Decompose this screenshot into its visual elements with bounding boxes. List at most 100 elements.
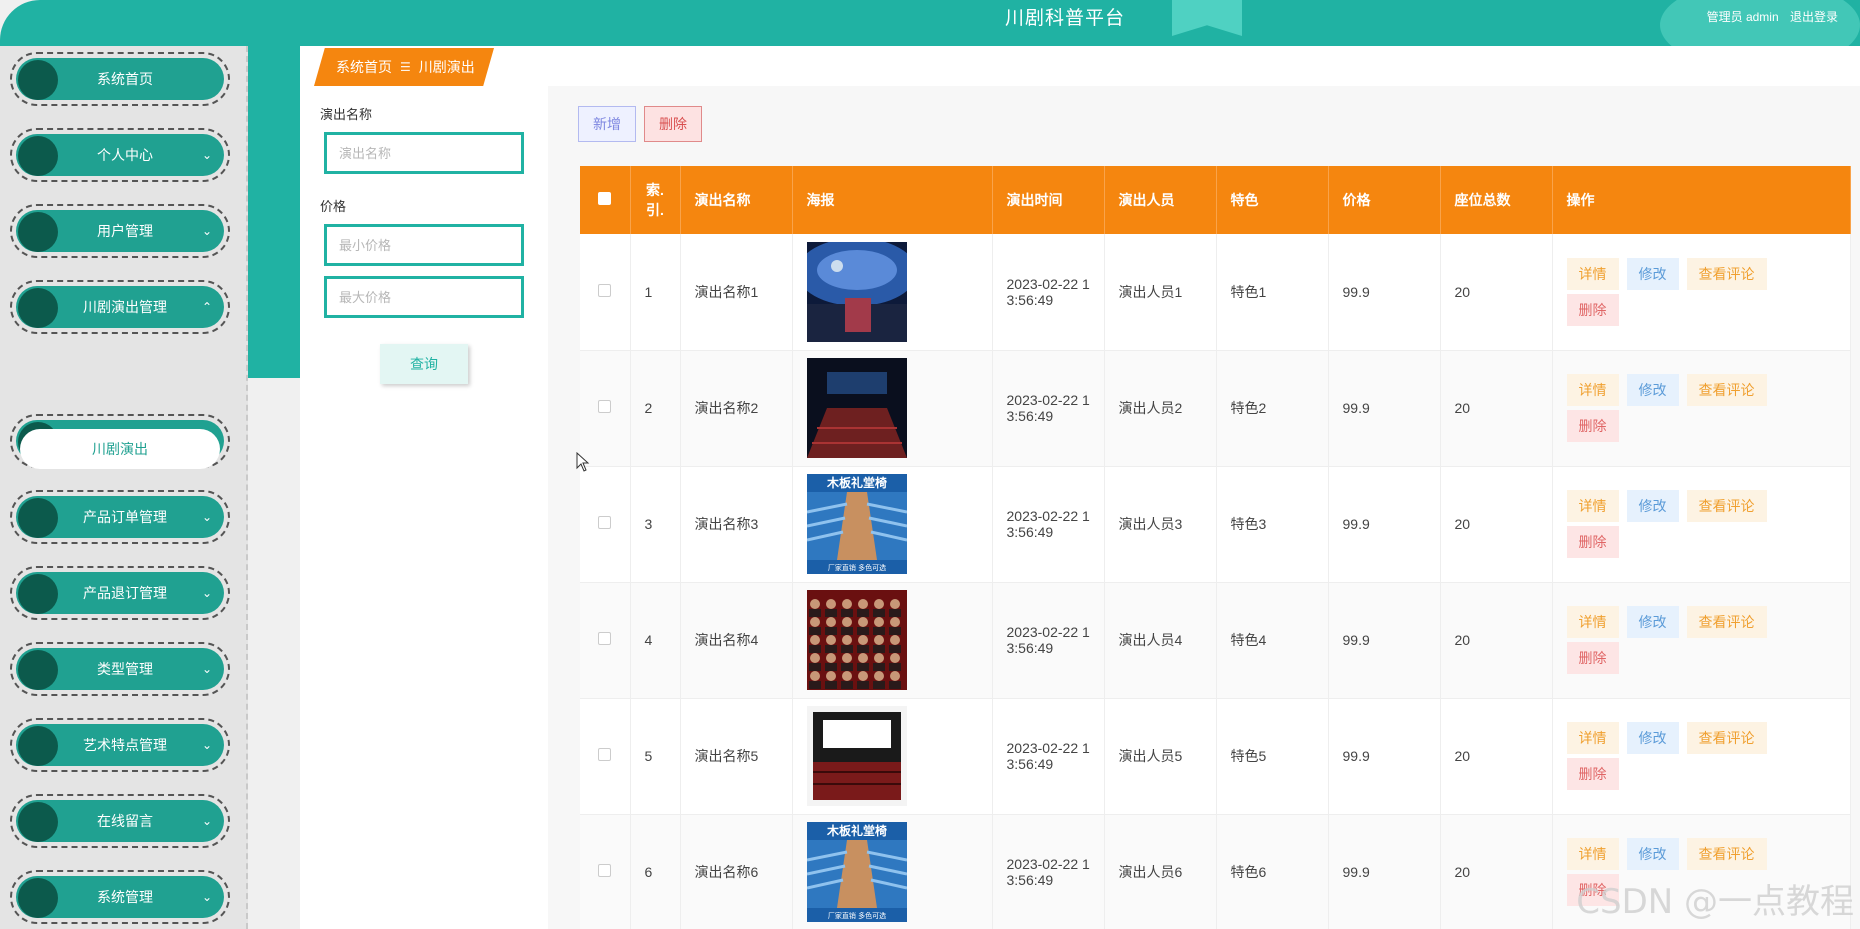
row-delete-button[interactable]: 删除 [1566,758,1619,790]
sidebar-item-10[interactable]: 系统管理 ⌄ [10,870,230,924]
cell-price: 99.9 [1328,698,1441,815]
cell-poster [792,234,993,351]
cell-feature: 特色3 [1216,466,1329,583]
sidebar-item-6[interactable]: 产品退订管理 ⌄ [10,566,230,620]
add-button[interactable]: 新增 [578,106,636,142]
row-select-cell[interactable] [580,466,631,583]
view-comments-button[interactable]: 查看评论 [1686,606,1767,638]
cell-seats: 20 [1440,814,1553,929]
row-delete-button[interactable]: 删除 [1566,293,1619,326]
cell-poster [792,582,993,699]
sidebar-subitem-sichuan-opera-show[interactable]: 川剧演出 [20,429,220,469]
view-comments-button[interactable]: 查看评论 [1686,838,1767,870]
chevron-icon [200,72,214,86]
select-all-checkbox[interactable] [598,192,612,205]
cell-feature: 特色6 [1216,814,1329,929]
view-comments-button[interactable]: 查看评论 [1686,490,1767,522]
sidebar-item-2[interactable]: 用户管理 ⌄ [10,204,230,258]
edit-button[interactable]: 修改 [1626,257,1679,290]
detail-button[interactable]: 详情 [1566,374,1619,406]
cell-price: 99.9 [1328,234,1441,351]
price-label: 价格 [320,199,347,214]
min-price-input[interactable] [324,224,524,266]
user-area: 管理员 admin 退出登录 [1699,8,1838,25]
row-checkbox[interactable] [598,864,612,877]
select-all-header[interactable] [580,166,631,234]
breadcrumb-home[interactable]: 系统首页 [336,57,392,77]
chevron-icon: ⌄ [201,890,213,904]
cell-time: 2023-02-22 1 3:56:49 [992,234,1105,351]
sidebar-item-9[interactable]: 在线留言 ⌄ [10,794,230,848]
cell-seats: 20 [1440,234,1553,351]
cell-time: 2023-02-22 1 3:56:49 [992,814,1105,929]
row-checkbox[interactable] [598,748,612,761]
table-header-row: 索. 引. 演出名称 海报 演出时间 演出人员 特色 价格 座位总数 操作 [580,166,1851,234]
detail-button[interactable]: 详情 [1566,606,1619,638]
view-comments-button[interactable]: 查看评论 [1686,374,1767,406]
table-row[interactable]: 5 演出名称5 2023-02-22 1 3:56:49 演出人员5 特色5 99.9 20 详… [580,698,1851,815]
row-delete-button[interactable]: 删除 [1566,410,1619,442]
max-price-input[interactable] [324,276,524,318]
sidebar-item-3[interactable]: 川剧演出管理 ⌃ [10,280,230,334]
search-button[interactable]: 查询 [380,344,468,384]
view-comments-button[interactable]: 查看评论 [1686,257,1767,290]
col-staff-header: 演出人员 [1104,166,1217,234]
content-area: 新增 删除 索. 引. 演出名称 海报 演出时间 演出人员 特色 价格 座位总数… [548,86,1860,929]
delete-button[interactable]: 删除 [644,106,702,142]
cell-time-l1: 2023-02-22 1 [1006,275,1090,292]
row-checkbox[interactable] [598,400,612,413]
cell-name: 演出名称2 [680,350,793,467]
edit-button[interactable]: 修改 [1626,374,1679,406]
col-name-header: 演出名称 [680,166,793,234]
poster-image [806,590,907,690]
edit-button[interactable]: 修改 [1626,490,1679,522]
row-select-cell[interactable] [580,234,631,351]
sidebar-item-0[interactable]: 系统首页 [10,52,230,106]
table-row[interactable]: 3 演出名称3 木板礼堂椅 厂家直销 多色可选 2023-02-22 1 3:56:49 演… [580,466,1851,583]
menu-icon: ☰ [400,60,411,74]
main-area: 系统首页 ☰ 川剧演出 演出名称 价格 查询 新增 删除 索. 引. [300,46,1860,929]
show-name-input[interactable] [324,132,524,174]
row-select-cell[interactable] [580,582,631,699]
row-delete-button[interactable]: 删除 [1566,642,1619,674]
view-comments-button[interactable]: 查看评论 [1686,722,1767,754]
cell-index: 4 [630,582,681,699]
row-checkbox[interactable] [598,632,612,645]
cell-index: 3 [630,466,681,583]
row-select-cell[interactable] [580,814,631,929]
show-name-label: 演出名称 [320,107,373,122]
row-delete-button[interactable]: 删除 [1566,526,1619,558]
row-checkbox[interactable] [598,283,612,297]
table-row[interactable]: 1 演出名称1 2023-02-22 1 3:56:49 演出人员1 特色1 99.9 20 详… [580,234,1851,351]
cell-price: 99.9 [1328,350,1441,467]
detail-button[interactable]: 详情 [1566,838,1619,870]
edit-button[interactable]: 修改 [1626,606,1679,638]
detail-button[interactable]: 详情 [1566,257,1619,290]
user-label: 管理员 admin [1706,10,1779,24]
cell-name: 演出名称5 [680,698,793,815]
cell-name: 演出名称4 [680,582,793,699]
watermark: CSDN @一点教程 [1576,882,1854,922]
detail-button[interactable]: 详情 [1566,490,1619,522]
table-row[interactable]: 4 演出名称4 2023-02-22 1 3:56:49 演出人员4 特色4 99.9 20 详… [580,582,1851,699]
sidebar-item-label: 类型管理 [97,661,153,677]
sidebar-item-5[interactable]: 产品订单管理 ⌄ [10,490,230,544]
row-select-cell[interactable] [580,698,631,815]
sidebar-item-7[interactable]: 类型管理 ⌄ [10,642,230,696]
logout-link[interactable]: 退出登录 [1790,10,1838,24]
sidebar-item-label: 用户管理 [97,223,153,239]
row-select-cell[interactable] [580,350,631,467]
cell-staff: 演出人员5 [1104,698,1217,815]
cell-price: 99.9 [1328,582,1441,699]
row-checkbox[interactable] [598,516,612,529]
edit-button[interactable]: 修改 [1626,838,1679,870]
table-row[interactable]: 2 演出名称2 2023-02-22 1 3:56:49 演出人员2 特色2 99.9 20 详… [580,350,1851,467]
top-header: 川剧科普平台 管理员 admin 退出登录 [0,0,1860,46]
edit-button[interactable]: 修改 [1626,722,1679,754]
detail-button[interactable]: 详情 [1566,722,1619,754]
sidebar-item-8[interactable]: 艺术特点管理 ⌄ [10,718,230,772]
cell-time-l2: 3:56:49 [1006,408,1054,424]
sidebar-item-1[interactable]: 个人中心 ⌄ [10,128,230,182]
cell-time-l2: 3:56:49 [1006,291,1054,308]
poster-image: 木板礼堂椅 厂家直销 多色可选 [806,822,907,922]
